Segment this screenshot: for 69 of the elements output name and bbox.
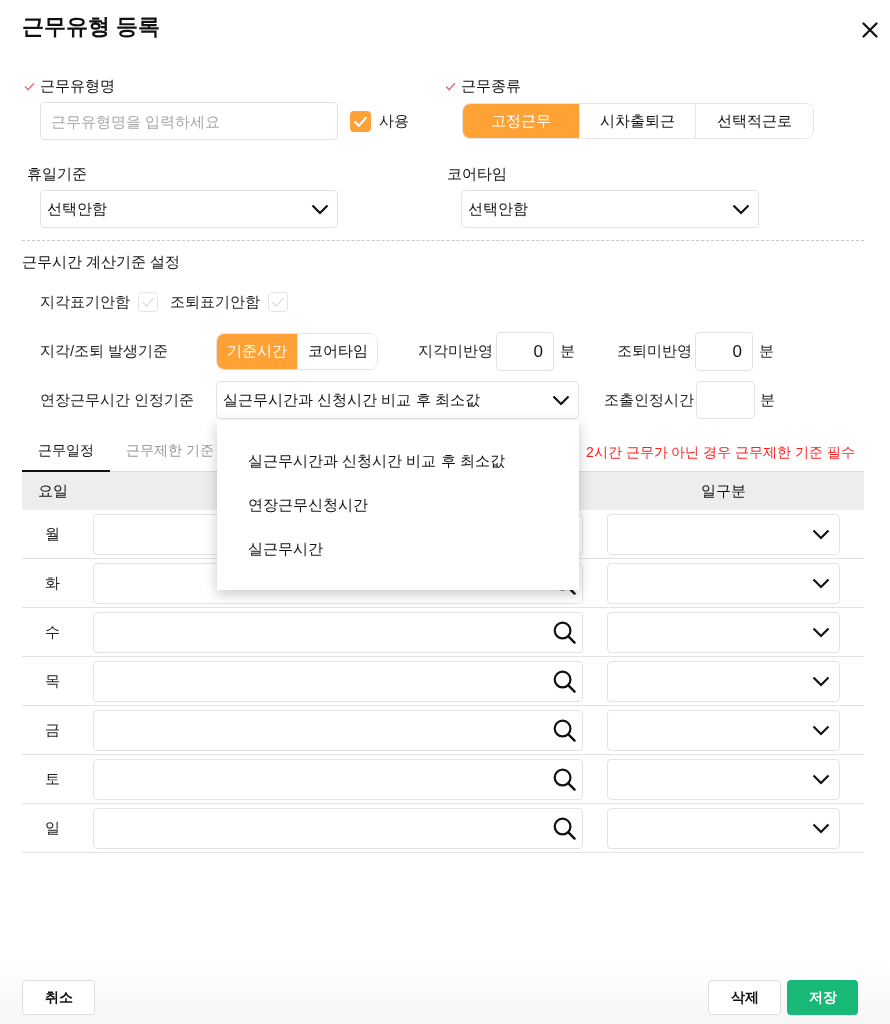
chevron-down-icon [812, 577, 830, 589]
search-icon[interactable] [553, 816, 576, 840]
chevron-down-icon [732, 203, 750, 215]
schedule-field[interactable] [93, 709, 583, 751]
dropdown-option[interactable]: 실근무시간 [217, 527, 579, 571]
schedule-field[interactable] [93, 660, 583, 702]
day-cell-text: 월 [44, 524, 61, 544]
day-cell-text: 화 [44, 573, 61, 593]
minutes-input[interactable] [696, 381, 755, 419]
day-type-select[interactable] [607, 513, 840, 555]
schedule-field[interactable] [93, 807, 583, 849]
field-label: 근무유형명 [40, 76, 115, 96]
column-header: 요일 [37, 481, 69, 501]
schedule-field[interactable] [93, 611, 583, 653]
day-cell-text: 금 [44, 720, 61, 740]
overtime-select[interactable]: 실근무시간과 신청시간 비교 후 최소값 [216, 381, 579, 419]
day-type-select[interactable] [607, 562, 840, 604]
day-type-select[interactable] [607, 709, 840, 751]
minutes-input[interactable]: 0 [496, 332, 554, 371]
checkbox-label: 조퇴표기안함 [170, 292, 260, 312]
chevron-down-icon [812, 528, 830, 540]
section-title: 근무시간 계산기준 설정 [22, 252, 181, 272]
dropdown-option[interactable]: 연장근무신청시간 [217, 483, 579, 527]
chevron-down-icon [812, 773, 830, 785]
close-icon[interactable] [862, 22, 878, 38]
schedule-field[interactable] [93, 758, 583, 800]
chevron-down-icon [812, 626, 830, 638]
day-cell-text: 수 [44, 622, 61, 642]
day-type-select[interactable] [607, 660, 840, 702]
holiday-select[interactable]: 선택안함 [40, 190, 338, 228]
day-type-select[interactable] [607, 611, 840, 653]
day-type-select[interactable] [607, 807, 840, 849]
checkbox-label: 사용 [379, 111, 409, 131]
minutes-input[interactable]: 0 [695, 332, 753, 371]
search-icon[interactable] [553, 767, 576, 791]
notice-text: 2시간 근무가 아닌 경우 근무제한 기준 필수 [585, 443, 855, 462]
segment-option[interactable]: 코어타임 [297, 334, 377, 369]
field-label: 근무종류 [461, 76, 521, 96]
delete-button[interactable]: 삭제 [708, 980, 781, 1015]
checkbox[interactable] [350, 110, 371, 132]
column-header: 일구분 [700, 481, 747, 501]
core-time-select[interactable]: 선택안함 [461, 190, 759, 228]
dialog-title: 근무유형 등록 [22, 13, 161, 41]
name-input[interactable]: 근무유형명을 입력하세요 [40, 102, 338, 140]
cancel-button[interactable]: 취소 [22, 980, 95, 1015]
unit-label: 분 [760, 390, 775, 410]
field-label: 조퇴미반영 [617, 342, 693, 361]
search-icon[interactable] [553, 718, 576, 742]
field-label: 조출인정시간 [604, 390, 695, 410]
chevron-down-icon [812, 724, 830, 736]
checkbox-label: 지각표기안함 [40, 292, 130, 312]
unit-label: 분 [560, 342, 575, 361]
search-icon[interactable] [553, 620, 576, 644]
chevron-down-icon [812, 822, 830, 834]
chevron-down-icon [552, 394, 570, 406]
day-cell-text: 목 [44, 671, 61, 691]
field-label: 지각/조퇴 발생기준 [40, 342, 170, 361]
chevron-down-icon [812, 675, 830, 687]
segment-option[interactable]: 선택적근로 [695, 104, 813, 138]
day-cell-text: 일 [44, 818, 61, 838]
field-label: 코어타임 [447, 164, 507, 184]
chevron-down-icon [311, 203, 329, 215]
day-cell-text: 토 [44, 769, 61, 789]
field-label: 휴일기준 [27, 164, 87, 184]
day-type-select[interactable] [607, 758, 840, 800]
unit-label: 분 [759, 342, 774, 361]
field-label: 지각미반영 [418, 342, 494, 361]
field-label: 연장근무시간 인정기준 [40, 390, 196, 410]
search-icon[interactable] [553, 669, 576, 693]
